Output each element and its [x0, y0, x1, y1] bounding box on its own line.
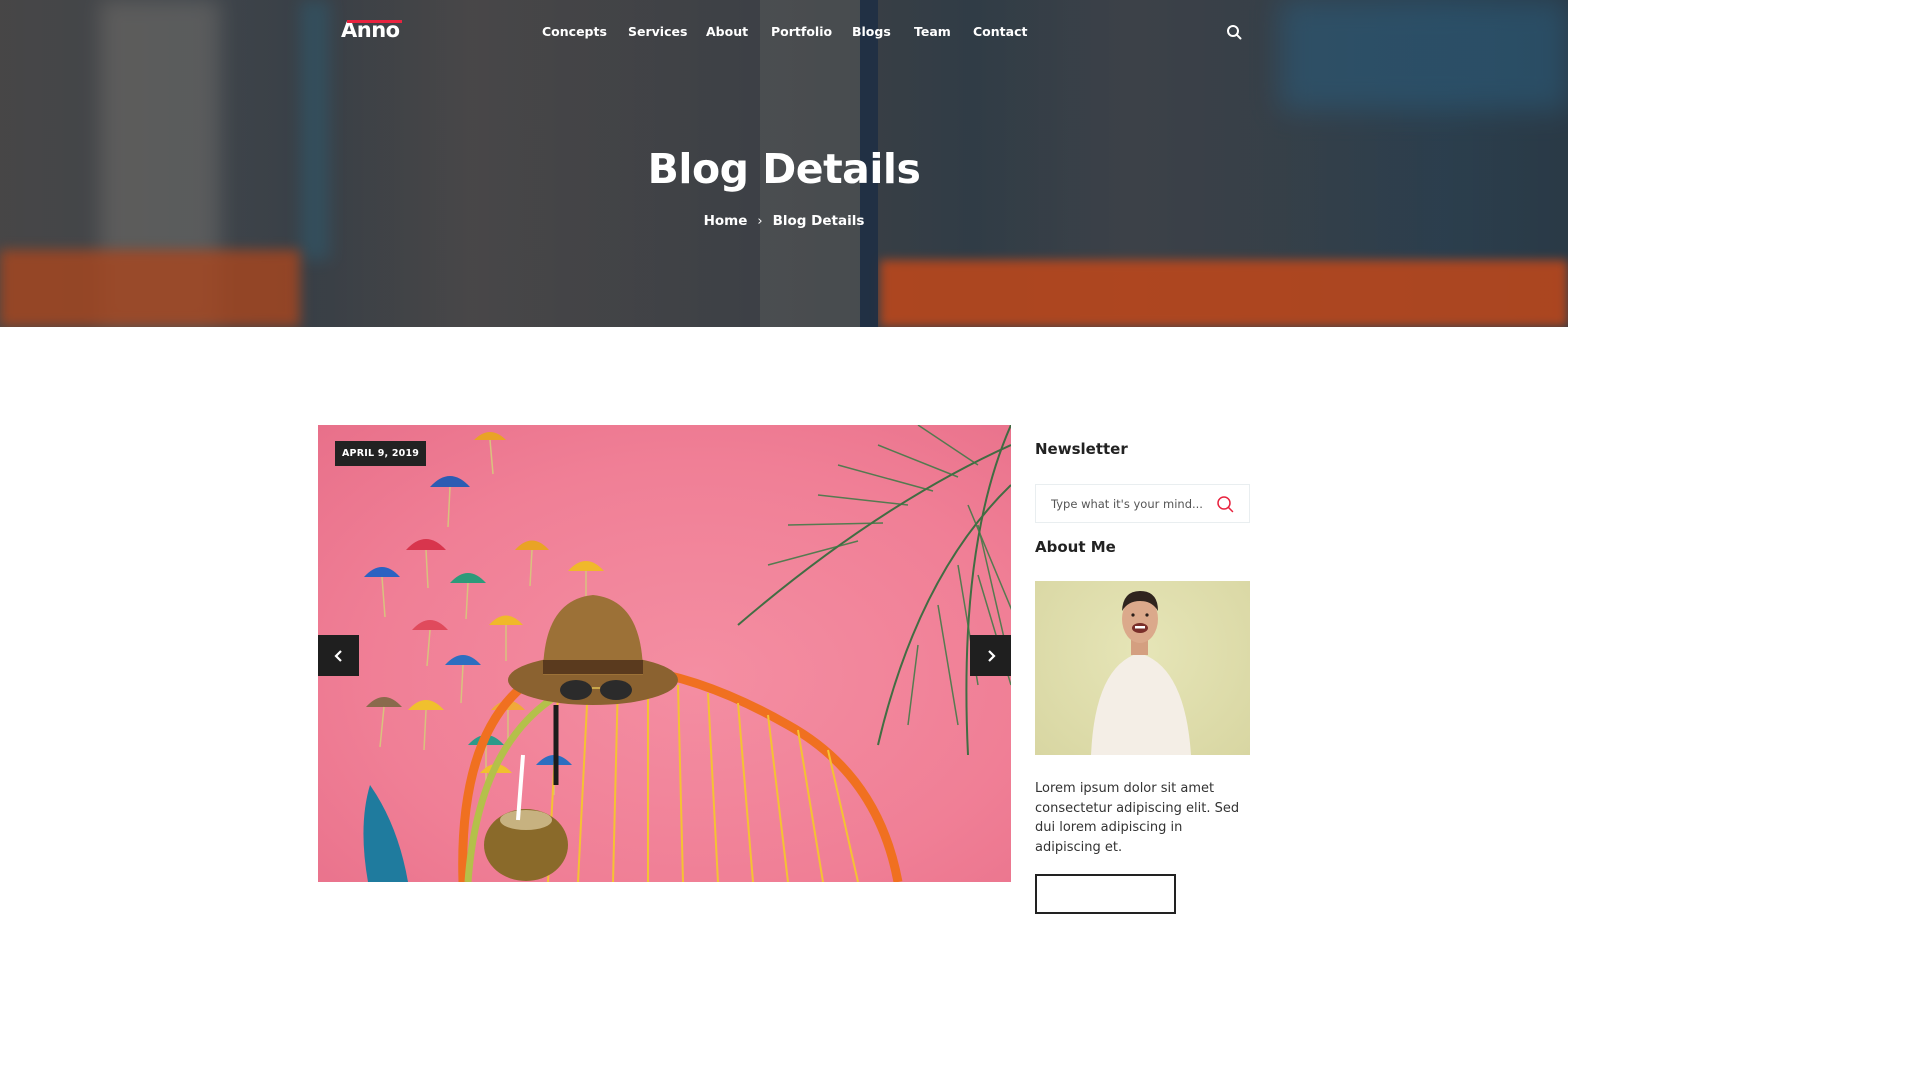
author-photo — [1035, 581, 1250, 755]
page-title: Blog Details — [647, 145, 921, 193]
search-icon[interactable] — [1226, 24, 1242, 40]
nav-item-portfolio[interactable]: Portfolio — [771, 24, 832, 39]
chevron-left-icon — [333, 649, 342, 662]
post-date-badge: APRIL 9, 2019 — [335, 441, 427, 466]
newsletter-title: Newsletter — [1035, 440, 1128, 458]
nav-item-blogs[interactable]: Blogs — [852, 24, 891, 39]
search-icon[interactable] — [1216, 495, 1234, 513]
nav-item-about[interactable]: About — [706, 24, 748, 39]
breadcrumb-separator-icon: › — [757, 214, 763, 229]
page-hero: Anno Concepts Services About Portfolio B… — [0, 0, 1568, 327]
logo-accent-bar — [347, 20, 402, 23]
nav-item-contact[interactable]: Contact — [973, 24, 1027, 39]
post-featured-image — [363, 425, 1011, 882]
newsletter-input[interactable] — [1051, 485, 1216, 522]
site-logo[interactable]: Anno — [341, 18, 402, 42]
about-description: Lorem ipsum dolor sit amet consectetur a… — [1035, 781, 1240, 855]
breadcrumb-home-link[interactable]: Home — [704, 213, 748, 229]
nav-item-concepts[interactable]: Concepts — [542, 24, 607, 39]
nav-item-team[interactable]: Team — [914, 24, 951, 39]
slider-next-button[interactable] — [970, 635, 1011, 676]
breadcrumb-current: Blog Details — [772, 213, 865, 229]
breadcrumb: Home › Blog Details — [0, 213, 1568, 229]
slider-prev-button[interactable] — [318, 635, 359, 676]
read-more-button[interactable] — [1035, 874, 1176, 914]
chevron-right-icon — [987, 649, 996, 662]
nav-item-services[interactable]: Services — [628, 24, 687, 39]
about-title: About Me — [1035, 538, 1116, 556]
post-image-slider[interactable]: APRIL 9, 2019 — [318, 425, 1011, 882]
newsletter-form — [1035, 484, 1250, 523]
